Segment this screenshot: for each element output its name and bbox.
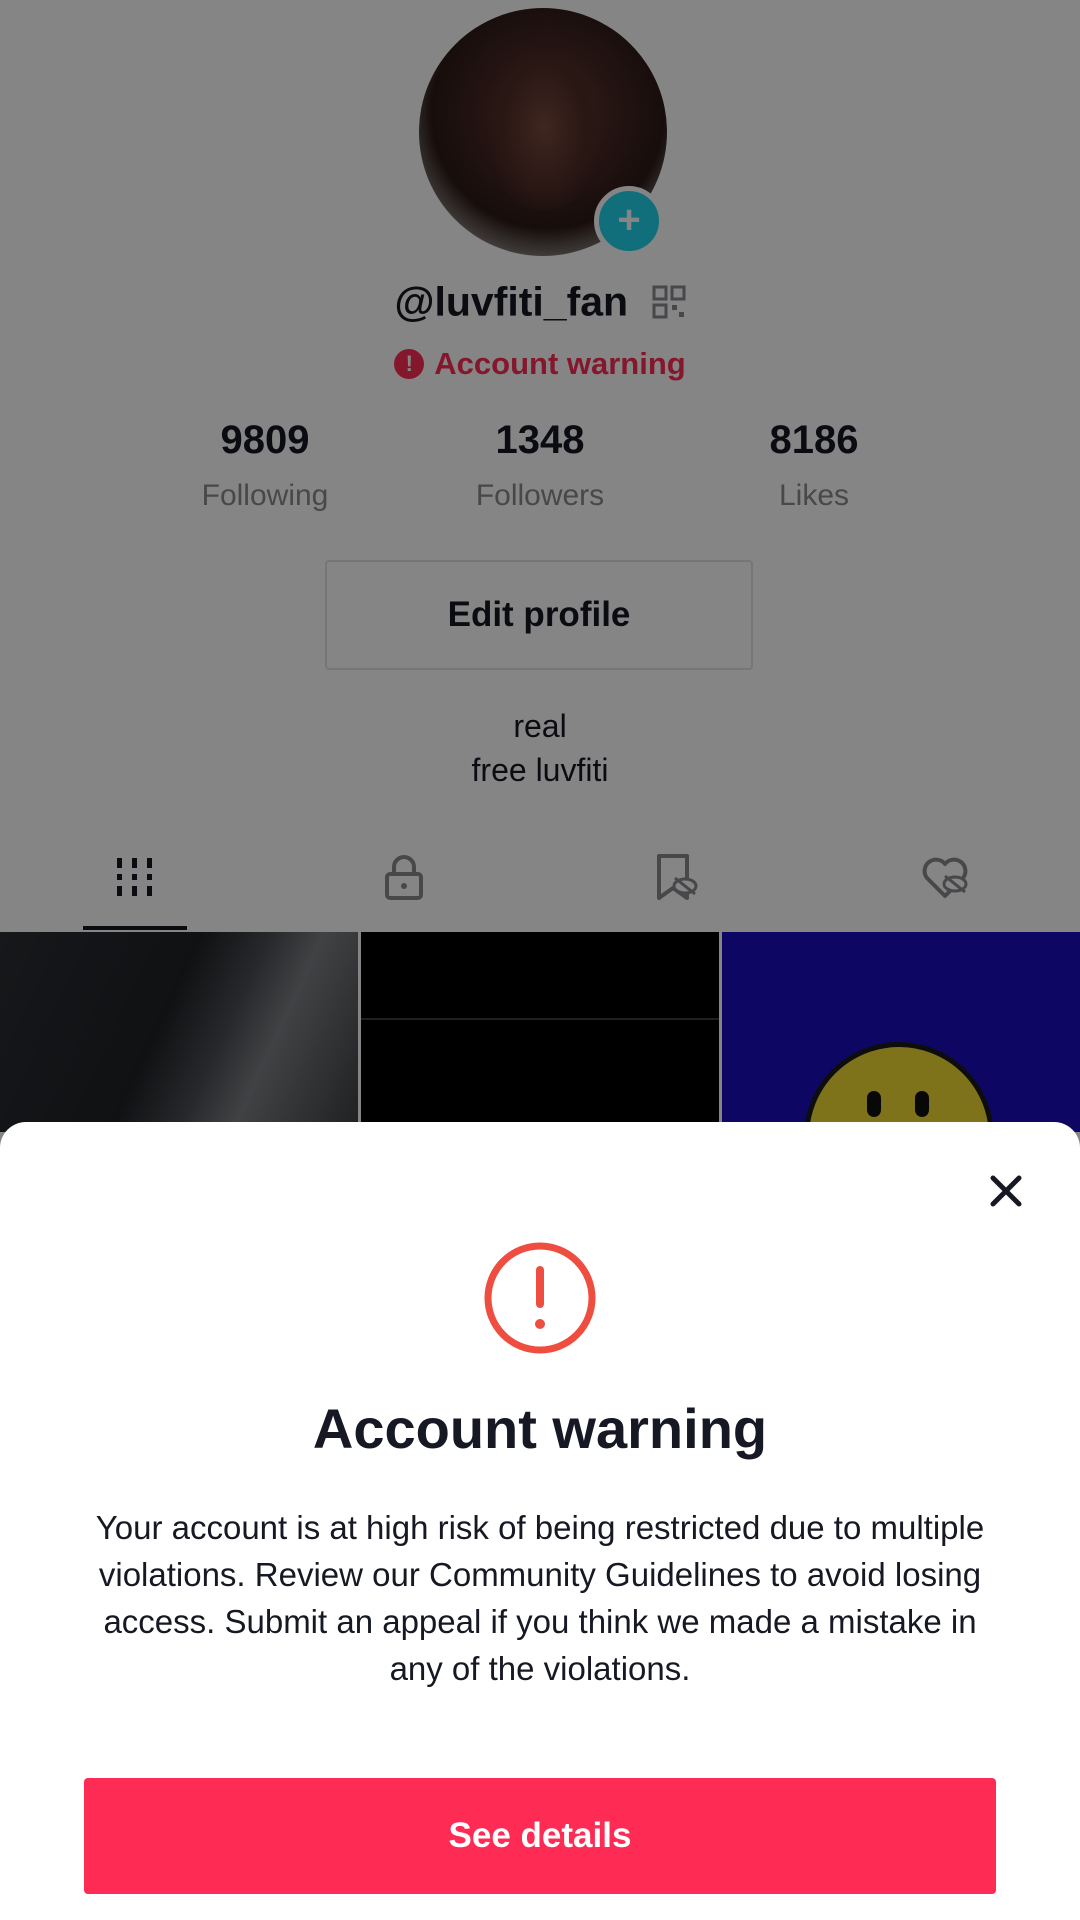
close-icon[interactable] <box>987 1172 1025 1210</box>
alert-circle-icon <box>484 1242 596 1354</box>
sheet-body-text: Your account is at high risk of being re… <box>95 1509 985 1687</box>
see-details-button[interactable]: See details <box>84 1778 996 1894</box>
sheet-title: Account warning <box>312 1397 768 1460</box>
